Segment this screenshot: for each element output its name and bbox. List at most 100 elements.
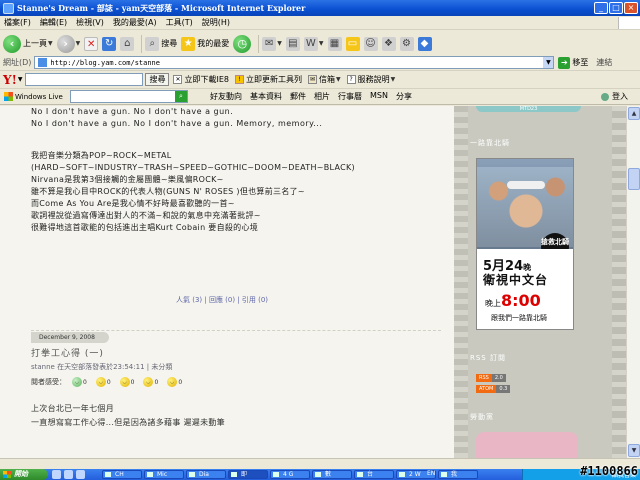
refresh-button[interactable]: ↻: [102, 33, 117, 55]
tv-banner-ad[interactable]: 搶救北騎 5月24晚 衛視中文台 晚上8:00 跟我們一路靠北騎: [476, 158, 574, 330]
search-button[interactable]: ⌕ 搜尋: [145, 33, 177, 55]
update-toolbar-button[interactable]: ! 立即更新工具列: [234, 74, 302, 85]
chevron-down-icon[interactable]: ▼: [277, 40, 282, 47]
messenger-button[interactable]: ☺: [363, 33, 378, 55]
quicklaunch-icon[interactable]: [64, 470, 73, 479]
ie-icon: [3, 2, 14, 14]
chevron-down-icon[interactable]: ▼: [18, 76, 23, 83]
edit-button[interactable]: W ▼: [303, 33, 324, 55]
live-menu-photos[interactable]: 相片: [314, 91, 330, 102]
forward-button[interactable]: › ▼: [56, 33, 81, 55]
maximize-button[interactable]: □: [609, 2, 623, 14]
go-label: 移至: [572, 58, 589, 67]
chevron-down-icon[interactable]: ▼: [336, 76, 341, 83]
chevron-down-icon[interactable]: ▼: [76, 40, 81, 47]
taskbar-item[interactable]: 4 G: [270, 470, 310, 479]
print-button[interactable]: ▤: [285, 33, 300, 55]
stop-icon: ✕: [84, 36, 99, 51]
menu-help[interactable]: 說明(H): [202, 17, 230, 28]
close-button[interactable]: ×: [624, 2, 638, 14]
taskbar-item[interactable]: 我: [438, 470, 478, 479]
post-paragraph: 很難得地這首歌能的包括進出主唱Kurt Cobain 要自殺的心境: [31, 223, 259, 232]
sidebar-widget: [476, 432, 578, 458]
discuss-button[interactable]: ▦: [327, 33, 342, 55]
taskbar-item[interactable]: 即: [228, 470, 268, 479]
help-button[interactable]: ? 服務說明 ▼: [346, 74, 396, 85]
taskbar-item[interactable]: 台: [354, 470, 394, 479]
tools-button[interactable]: ⚙: [399, 33, 414, 55]
mood-icon[interactable]: ◡: [143, 377, 154, 387]
live-menu-friends[interactable]: 好友動向: [210, 91, 242, 102]
vertical-scrollbar[interactable]: ▲ ▼: [626, 106, 640, 458]
menu-view[interactable]: 檢視(V): [76, 17, 104, 28]
rss-feed-button[interactable]: RSS 2.0: [476, 374, 510, 382]
menu-favorites[interactable]: 我的最愛(A): [113, 17, 157, 28]
post-meta-links[interactable]: 人氣 (3) | 回應 (0) | 引用 (0): [176, 295, 268, 305]
chevron-down-icon[interactable]: ▼: [48, 40, 53, 47]
chevron-down-icon[interactable]: ▼: [543, 57, 554, 68]
go-button[interactable]: ➔ 移至: [558, 56, 589, 69]
atom-feed-button[interactable]: ATOM 0.3: [476, 385, 511, 393]
scroll-up-icon[interactable]: ▲: [628, 107, 640, 120]
address-input[interactable]: http://blog.yam.com/stanne ▼: [34, 56, 555, 69]
live-login-button[interactable]: 登入: [601, 91, 628, 102]
post-title[interactable]: 打拳工心得 (一): [31, 346, 104, 359]
taskbar-item[interactable]: 數: [312, 470, 352, 479]
menu-bar: 檔案(F) 編輯(E) 檢視(V) 我的最愛(A) 工具(T) 說明(H): [0, 16, 640, 30]
research-icon: ❖: [381, 36, 396, 51]
address-label: 網址(D): [3, 58, 32, 67]
toolbar-divider: [258, 34, 260, 53]
start-button[interactable]: 開始: [0, 469, 48, 480]
mail-button[interactable]: ✉ 信箱 ▼: [307, 74, 341, 85]
yahoo-logo[interactable]: Y!: [3, 73, 17, 87]
mood-icon[interactable]: ◡: [72, 377, 82, 387]
menu-tools[interactable]: 工具(T): [166, 17, 193, 28]
yahoo-search-button[interactable]: 搜尋: [145, 73, 170, 86]
mood-icon[interactable]: ◡: [95, 377, 106, 387]
menu-edit[interactable]: 編輯(E): [40, 17, 67, 28]
search-icon[interactable]: ⌕: [175, 91, 187, 102]
chevron-down-icon[interactable]: ▼: [319, 40, 324, 47]
back-button[interactable]: ‹ 上一頁 ▼: [3, 33, 53, 55]
yahoo-search-input[interactable]: [25, 73, 144, 86]
post-body: 上次台北已一年七個月 一直想寫寫工作心得...但是因為諸多藉事 遲遲未動筆: [31, 402, 225, 430]
windows-live-logo[interactable]: Windows Live: [4, 92, 70, 101]
stop-button[interactable]: ✕: [84, 33, 99, 55]
post-paragraph: Nirvana是我第3個接觸的金屬團體~樂風偏ROCK~: [31, 175, 224, 184]
extra-button[interactable]: ◆: [417, 33, 432, 55]
notes-button[interactable]: ▭: [345, 33, 360, 55]
download-ie8-button[interactable]: ✕ 立即下載IE8: [173, 74, 229, 85]
scroll-thumb[interactable]: [628, 168, 640, 190]
taskbar-item[interactable]: Dia: [186, 470, 226, 479]
live-menu-msn[interactable]: MSN: [370, 91, 388, 102]
live-menu-share[interactable]: 分享: [396, 91, 412, 102]
live-search-input[interactable]: ⌕: [70, 90, 188, 103]
language-indicator[interactable]: EN: [427, 470, 435, 477]
live-menu-mail[interactable]: 郵件: [290, 91, 306, 102]
mood-icon[interactable]: ◡: [119, 377, 130, 387]
back-arrow-icon: ‹: [3, 34, 21, 53]
taskbar-item[interactable]: Mic: [144, 470, 184, 479]
blog-main-column: No I don't have a gun. No I don't have a…: [31, 106, 451, 458]
chevron-down-icon[interactable]: ▼: [391, 76, 396, 83]
quicklaunch-icon[interactable]: [76, 470, 85, 479]
research-button[interactable]: ❖: [381, 33, 396, 55]
home-button[interactable]: ⌂: [120, 33, 135, 55]
page-icon: [38, 58, 48, 67]
history-button[interactable]: ◷: [233, 33, 252, 55]
discuss-icon: ▦: [327, 36, 342, 51]
links-button[interactable]: 連結: [596, 57, 612, 68]
yahoo-toolbar: Y! ▼ 搜尋 ✕ 立即下載IE8 ! 立即更新工具列 ✉ 信箱 ▼ ? 服務說明 ▼: [0, 71, 640, 89]
mood-icon[interactable]: ◡: [167, 377, 178, 387]
live-menu-profile[interactable]: 基本資料: [250, 91, 282, 102]
taskbar-item[interactable]: CH: [102, 470, 142, 479]
window-title: Stanne's Dream - 部誌 - yam天空部落 - Microsof…: [17, 2, 306, 13]
mail-button[interactable]: ✉ ▼: [262, 33, 282, 55]
minimize-button[interactable]: _: [594, 2, 608, 14]
menu-file[interactable]: 檔案(F): [4, 17, 31, 28]
quicklaunch-icon[interactable]: [52, 470, 61, 479]
favorites-button[interactable]: ★ 我的最愛: [181, 33, 229, 55]
scroll-down-icon[interactable]: ▼: [628, 444, 640, 457]
help-icon: ?: [346, 75, 356, 84]
live-menu-calendar[interactable]: 行事曆: [338, 91, 362, 102]
